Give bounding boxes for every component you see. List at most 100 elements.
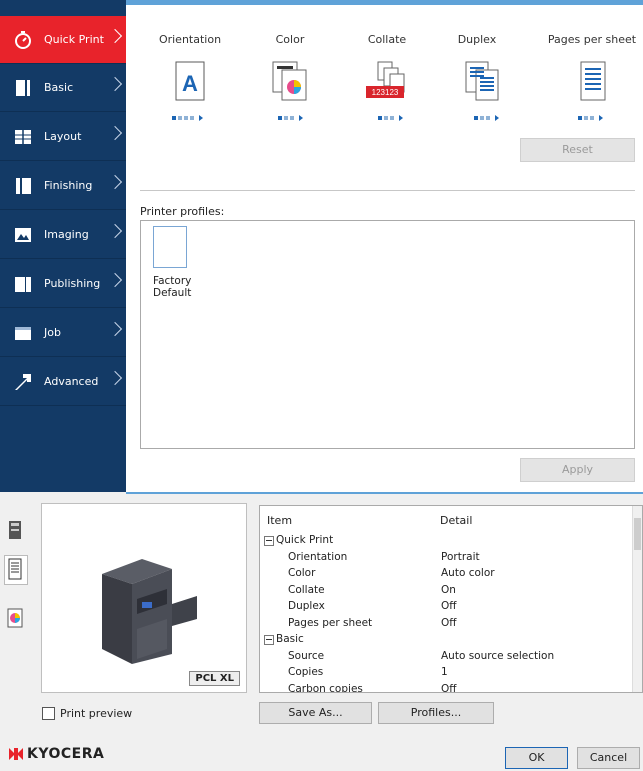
orientation-options-indicator[interactable] — [172, 115, 203, 121]
orientation-portrait-icon[interactable]: A — [170, 60, 210, 104]
reset-button[interactable]: Reset — [520, 138, 635, 162]
chevron-right-icon — [107, 28, 123, 44]
table-row[interactable]: Carbon copies Off — [288, 681, 628, 693]
svg-text:123123: 123123 — [372, 88, 399, 97]
sidebar-item-label: Job — [44, 326, 61, 339]
column-color: Color — [275, 33, 305, 46]
sidebar-item-finishing[interactable]: Finishing — [0, 162, 126, 210]
duplex-icon[interactable] — [462, 60, 502, 104]
page-view-tab[interactable] — [4, 555, 28, 585]
printer-image — [92, 544, 212, 677]
pdl-badge: PCL XL — [189, 671, 240, 686]
sidebar-item-basic[interactable]: Basic — [0, 64, 126, 112]
table-cell-detail: Portrait — [441, 550, 480, 563]
table-cell-detail: On — [441, 583, 456, 596]
svg-text:A: A — [182, 71, 198, 96]
ok-button[interactable]: OK — [505, 747, 568, 769]
table-cell-item: Source — [288, 649, 325, 662]
collapse-icon[interactable] — [264, 536, 274, 546]
color-view-tab[interactable] — [6, 607, 24, 632]
chevron-right-icon — [107, 76, 123, 92]
print-preview-checkbox[interactable] — [42, 707, 55, 720]
printer-preview: PCL XL — [41, 503, 247, 693]
column-duplex: Duplex — [457, 33, 497, 46]
printer-profiles-label: Printer profiles: — [140, 205, 225, 218]
column-pages-per-sheet: Pages per sheet — [547, 33, 637, 46]
column-orientation: Orientation — [158, 33, 222, 46]
sidebar-item-advanced[interactable]: Advanced — [0, 358, 126, 406]
basic-page-icon — [12, 77, 34, 99]
sidebar-item-label: Layout — [44, 130, 82, 143]
collate-options-indicator[interactable] — [378, 115, 403, 121]
kyocera-logo: KYOCERA — [8, 746, 104, 762]
apply-button[interactable]: Apply — [520, 458, 635, 482]
table-cell-detail: Off — [441, 616, 457, 629]
profile-label: Factory Default — [153, 275, 192, 299]
table-cell-detail: Off — [441, 600, 457, 612]
settings-summary-table[interactable]: Item Detail Quick Print Orientation Portra… — [259, 505, 643, 693]
cancel-button[interactable]: Cancel — [577, 747, 640, 769]
duplex-options-indicator[interactable] — [474, 115, 499, 121]
sidebar-item-label: Publishing — [44, 277, 101, 290]
sidebar-item-label: Advanced — [44, 375, 99, 388]
chevron-right-icon — [107, 321, 123, 337]
table-cell-item: Color — [288, 567, 316, 579]
table-cell-item: Quick Print — [276, 534, 334, 546]
advanced-arrow-icon — [12, 371, 34, 393]
printer-profiles-list[interactable]: Factory Default — [140, 220, 635, 449]
sidebar-item-imaging[interactable]: Imaging — [0, 211, 126, 259]
printer-view-tab[interactable] — [6, 519, 24, 544]
table-row[interactable]: Copies 1 — [288, 664, 628, 680]
print-preview-label: Print preview — [60, 707, 133, 720]
profiles-button[interactable]: Profiles... — [378, 702, 494, 724]
table-cell-item: Duplex — [288, 600, 325, 612]
table-cell-detail: Auto color — [441, 567, 495, 579]
table-cell-item: Collate — [288, 583, 325, 596]
imaging-icon — [12, 224, 34, 246]
table-group-row[interactable]: Basic — [264, 631, 604, 647]
table-row[interactable]: Color Auto color — [288, 565, 628, 581]
job-icon — [12, 322, 34, 344]
chevron-right-icon — [107, 125, 123, 141]
chevron-right-icon — [107, 272, 123, 288]
table-row[interactable]: Duplex Off — [288, 598, 628, 614]
chevron-right-icon — [107, 370, 123, 386]
collapse-icon[interactable] — [264, 635, 274, 645]
table-cell-item: Orientation — [288, 550, 348, 563]
table-row[interactable]: Collate On — [288, 582, 628, 598]
sidebar-item-layout[interactable]: Layout — [0, 113, 126, 161]
pages-per-sheet-options-indicator[interactable] — [578, 115, 603, 121]
sidebar-item-label: Basic — [44, 81, 74, 94]
scrollbar-thumb[interactable] — [634, 518, 641, 550]
layout-grid-icon — [12, 126, 34, 148]
table-cell-detail: Auto source selection — [441, 649, 555, 662]
table-cell-item: Pages per sheet — [288, 616, 373, 629]
profile-factory-default[interactable]: Factory Default — [153, 226, 217, 299]
auto-color-icon[interactable] — [270, 60, 310, 104]
sidebar-item-label: Quick Print — [44, 33, 104, 46]
table-cell-item: Carbon copies — [288, 682, 363, 693]
stopwatch-icon — [12, 29, 34, 51]
sidebar: Quick Print Basic Layout Finishing Imagi… — [0, 0, 126, 492]
chevron-right-icon — [107, 174, 123, 190]
column-header-detail: Detail — [440, 514, 473, 527]
table-row[interactable]: Source Auto source selection — [288, 648, 628, 664]
table-cell-detail: Off — [441, 682, 457, 693]
divider — [140, 190, 635, 191]
table-cell-item: Basic — [276, 633, 304, 645]
save-as-button[interactable]: Save As... — [259, 702, 372, 724]
table-row[interactable]: Orientation Portrait — [288, 549, 628, 565]
pages-per-sheet-icon[interactable] — [573, 60, 613, 104]
vertical-scrollbar[interactable] — [632, 506, 642, 692]
color-options-indicator[interactable] — [278, 115, 303, 121]
print-preview-toggle[interactable]: Print preview — [42, 707, 132, 720]
sidebar-item-label: Finishing — [44, 179, 93, 192]
column-collate: Collate — [367, 33, 407, 46]
kyocera-logo-mark-icon — [9, 748, 23, 760]
sidebar-item-publishing[interactable]: Publishing — [0, 260, 126, 308]
sidebar-item-quick-print[interactable]: Quick Print — [0, 16, 126, 64]
table-group-row[interactable]: Quick Print — [264, 532, 604, 548]
sidebar-item-job[interactable]: Job — [0, 309, 126, 357]
table-row[interactable]: Pages per sheet Off — [288, 615, 628, 631]
collate-icon[interactable]: 123123 — [364, 60, 405, 104]
